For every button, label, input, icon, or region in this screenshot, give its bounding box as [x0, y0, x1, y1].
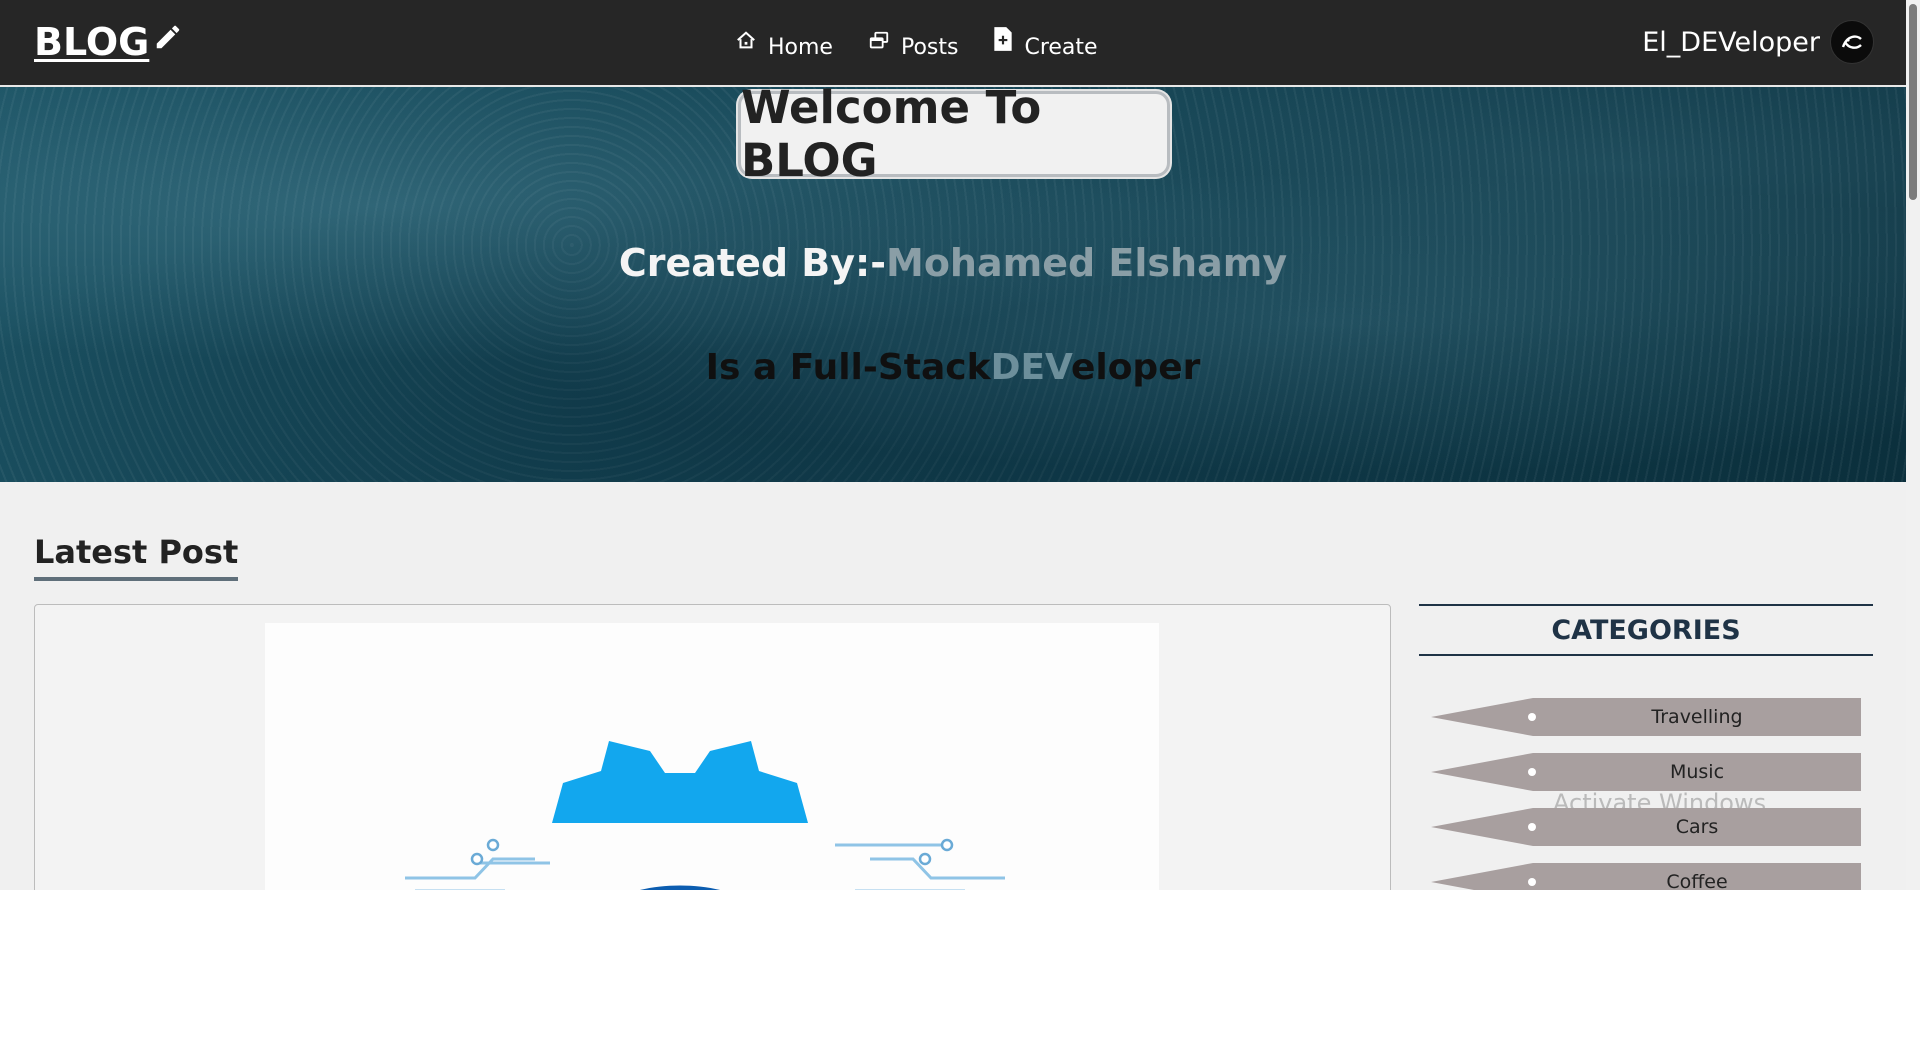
- categories-panel: CATEGORIES: [1419, 604, 1873, 656]
- tag-hole: [1528, 768, 1536, 776]
- page: BLOG Home Posts Create El_DEVeloper Welc…: [0, 0, 1906, 890]
- category-item-cars[interactable]: Cars: [1431, 808, 1861, 846]
- post-card[interactable]: [34, 604, 1391, 890]
- nav-home[interactable]: Home: [734, 26, 833, 60]
- category-item-music[interactable]: Music: [1431, 753, 1861, 791]
- scrollbar-thumb[interactable]: [1909, 4, 1917, 200]
- categories-title: CATEGORIES: [1419, 604, 1873, 656]
- avatar[interactable]: [1830, 20, 1874, 64]
- nav-create[interactable]: Create: [992, 26, 1098, 60]
- browser-viewport: BLOG Home Posts Create El_DEVeloper Welc…: [0, 0, 1920, 890]
- nav-create-label: Create: [1024, 35, 1098, 60]
- post-image[interactable]: [265, 623, 1159, 890]
- brand-label: BLOG: [34, 20, 150, 64]
- user-menu[interactable]: El_DEVeloper: [1642, 20, 1874, 64]
- brand-link[interactable]: BLOG: [34, 20, 183, 64]
- category-bar: Cars: [1528, 808, 1861, 846]
- category-item-coffee[interactable]: Coffee: [1431, 863, 1861, 890]
- author-name: Mohamed Elshamy: [886, 241, 1288, 285]
- tagline-highlight: DEV: [990, 347, 1071, 388]
- create-file-icon: [994, 27, 1013, 51]
- tag-arrow: [1431, 698, 1533, 736]
- category-label: Coffee: [1666, 871, 1728, 890]
- nav-links: Home Posts Create: [734, 26, 1098, 60]
- tag-arrow: [1431, 753, 1533, 791]
- nav-home-label: Home: [768, 35, 833, 60]
- vertical-scrollbar[interactable]: [1906, 0, 1920, 890]
- category-label: Cars: [1675, 816, 1719, 838]
- navbar: BLOG Home Posts Create El_DEVeloper: [0, 0, 1906, 87]
- tagline-suffix: eloper: [1070, 347, 1201, 388]
- home-icon: [737, 31, 755, 49]
- tag-hole: [1528, 823, 1536, 831]
- category-label: Music: [1669, 761, 1725, 783]
- nav-posts-label: Posts: [900, 35, 959, 60]
- latest-post-heading: Latest Post: [34, 533, 239, 581]
- hero-title: Welcome To BLOG: [738, 81, 1170, 187]
- username: El_DEVeloper: [1642, 26, 1820, 58]
- created-prefix: Created By:-: [618, 241, 887, 285]
- hero-created-by: Created By:-Mohamed Elshamy: [0, 241, 1906, 285]
- category-bar: Coffee: [1528, 863, 1861, 890]
- nav-posts[interactable]: Posts: [867, 26, 959, 60]
- pencil-icon: [157, 25, 180, 49]
- category-label: Travelling: [1651, 706, 1743, 728]
- gear-circuit-icon: [405, 741, 1005, 890]
- tag-hole: [1528, 713, 1536, 721]
- category-bar: Travelling: [1528, 698, 1861, 736]
- tag-arrow: [1431, 863, 1533, 890]
- category-item-travelling[interactable]: Travelling: [1431, 698, 1861, 736]
- posts-icon: [869, 31, 889, 49]
- tag-hole: [1528, 878, 1536, 886]
- hero-banner: Welcome To BLOG Created By:-Mohamed Elsh…: [0, 81, 1906, 482]
- tag-arrow: [1431, 808, 1533, 846]
- hero-tagline: Is a Full-StackDEVeloper: [0, 347, 1906, 388]
- tagline-prefix: Is a Full-Stack: [705, 347, 991, 388]
- category-bar: Music: [1528, 753, 1861, 791]
- avatar-logo-icon: [1841, 35, 1862, 49]
